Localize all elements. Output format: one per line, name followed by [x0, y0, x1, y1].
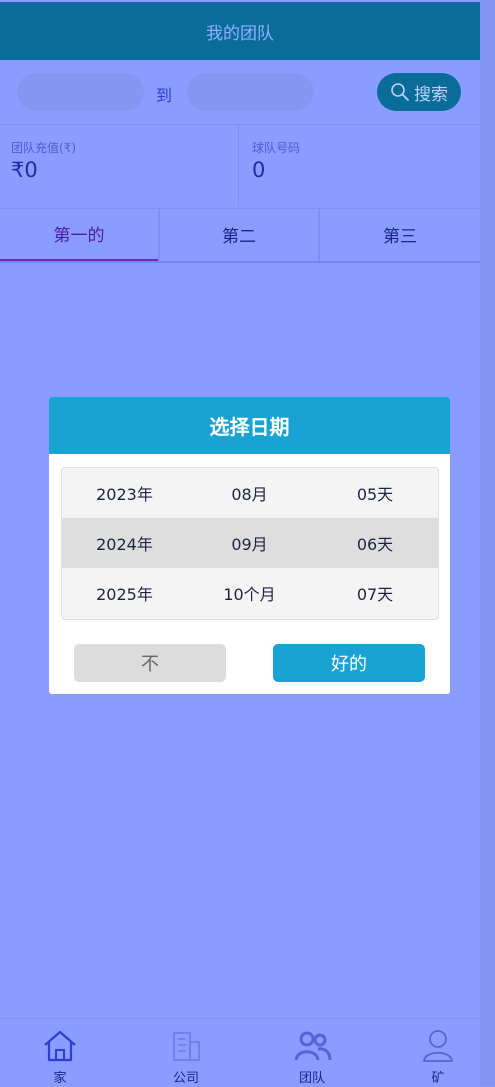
date-search-bar: 到 搜索 [0, 60, 480, 124]
team-number-value: 0 [252, 158, 266, 182]
picker-day[interactable]: 07天 [312, 568, 438, 618]
picker-month[interactable]: 08月 [187, 468, 312, 518]
nav-label-mine: 矿 [431, 1071, 445, 1086]
tab-third[interactable]: 第三 [320, 208, 480, 261]
cancel-button[interactable]: 不 [74, 644, 226, 682]
team-icon [294, 1031, 332, 1061]
bottom-nav: 家 公司 团队 矿 [0, 1018, 480, 1087]
picker-year[interactable]: 2025年 [62, 568, 187, 618]
date-picker-wheel[interactable]: 2023年 08月 05天 2024年 09月 06天 2025年 10个月 0… [61, 467, 439, 620]
picker-year[interactable]: 2023年 [62, 468, 187, 518]
team-recharge-stat: 团队充值(₹) ₹0 [0, 125, 238, 208]
picker-row-selected[interactable]: 2024年 09月 06天 [62, 518, 438, 568]
dialog-title-text: 选择日期 [209, 415, 290, 439]
picker-year[interactable]: 2024年 [62, 518, 187, 568]
team-stats: 团队充值(₹) ₹0 球队号码 0 [0, 124, 480, 209]
nav-item-company[interactable]: 公司 [126, 1019, 246, 1087]
date-picker-dialog: 选择日期 2023年 08月 05天 2024年 09月 06天 2025年 1… [49, 397, 450, 694]
picker-month[interactable]: 10个月 [187, 568, 312, 618]
picker-row[interactable]: 2023年 08月 05天 [62, 468, 438, 518]
nav-label-team: 团队 [298, 1071, 325, 1086]
picker-day[interactable]: 05天 [312, 468, 438, 518]
tab-second[interactable]: 第二 [160, 208, 318, 261]
picker-row[interactable]: 2025年 10个月 07天 [62, 568, 438, 618]
level-tabs: 第一的 第二 第三 [0, 208, 480, 263]
user-icon [423, 1030, 453, 1062]
start-date-input[interactable] [17, 73, 144, 111]
picker-month[interactable]: 09月 [187, 518, 312, 568]
nav-item-mine[interactable]: 矿 [378, 1019, 495, 1087]
app-screen: 我的团队 到 搜索 团队充值(₹) ₹0 球队号码 0 第一的 第二 第三 选择… [0, 0, 480, 1087]
nav-item-team[interactable]: 团队 [252, 1019, 372, 1087]
stats-divider [238, 124, 239, 207]
search-button-label: 搜索 [414, 84, 448, 105]
team-number-stat: 球队号码 0 [239, 125, 480, 208]
home-icon [44, 1030, 76, 1062]
nav-label-home: 家 [53, 1071, 67, 1086]
scrollbar-track [480, 0, 495, 1086]
team-recharge-value: ₹0 [11, 158, 38, 182]
building-icon [173, 1032, 200, 1061]
picker-day[interactable]: 06天 [312, 518, 438, 568]
team-number-label: 球队号码 [252, 141, 301, 155]
dialog-title: 选择日期 [49, 397, 450, 454]
page-title: 我的团队 [206, 23, 274, 44]
to-label: 到 [156, 86, 173, 105]
search-icon [391, 83, 409, 101]
nav-label-company: 公司 [172, 1071, 199, 1086]
page-header: 我的团队 [0, 2, 480, 60]
end-date-input[interactable] [187, 73, 314, 111]
nav-item-home[interactable]: 家 [0, 1019, 120, 1087]
search-button[interactable]: 搜索 [377, 73, 461, 111]
team-recharge-label: 团队充值(₹) [11, 141, 76, 155]
tab-first[interactable]: 第一的 [0, 208, 158, 261]
confirm-button[interactable]: 好的 [273, 644, 425, 682]
